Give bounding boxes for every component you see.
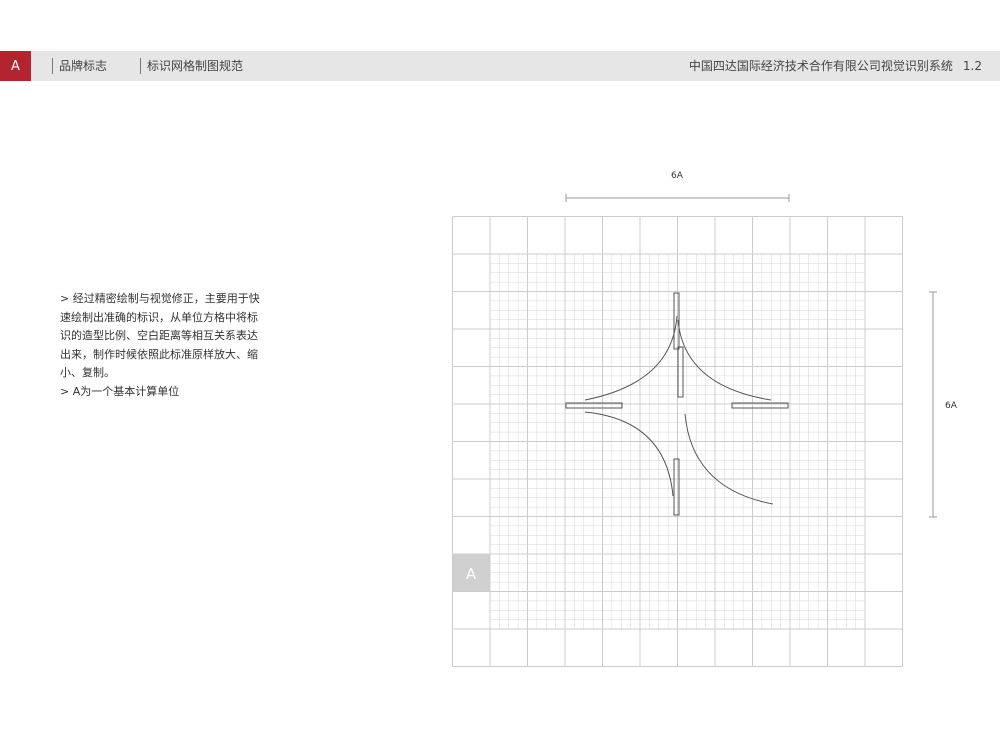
dimension-lines: [565, 194, 937, 518]
logo-curve: [584, 411, 674, 497]
width-dimension-label: 6A: [671, 171, 684, 181]
height-dimension-label: 6A: [945, 401, 958, 411]
logo-bar: [673, 458, 680, 516]
logo-curve: [684, 413, 774, 505]
coarse-grid: [452, 216, 903, 667]
logo-bar: [677, 346, 684, 398]
logo-grid-figure: A 6A 6A: [452, 171, 958, 667]
unit-cell-label: A: [466, 565, 477, 583]
